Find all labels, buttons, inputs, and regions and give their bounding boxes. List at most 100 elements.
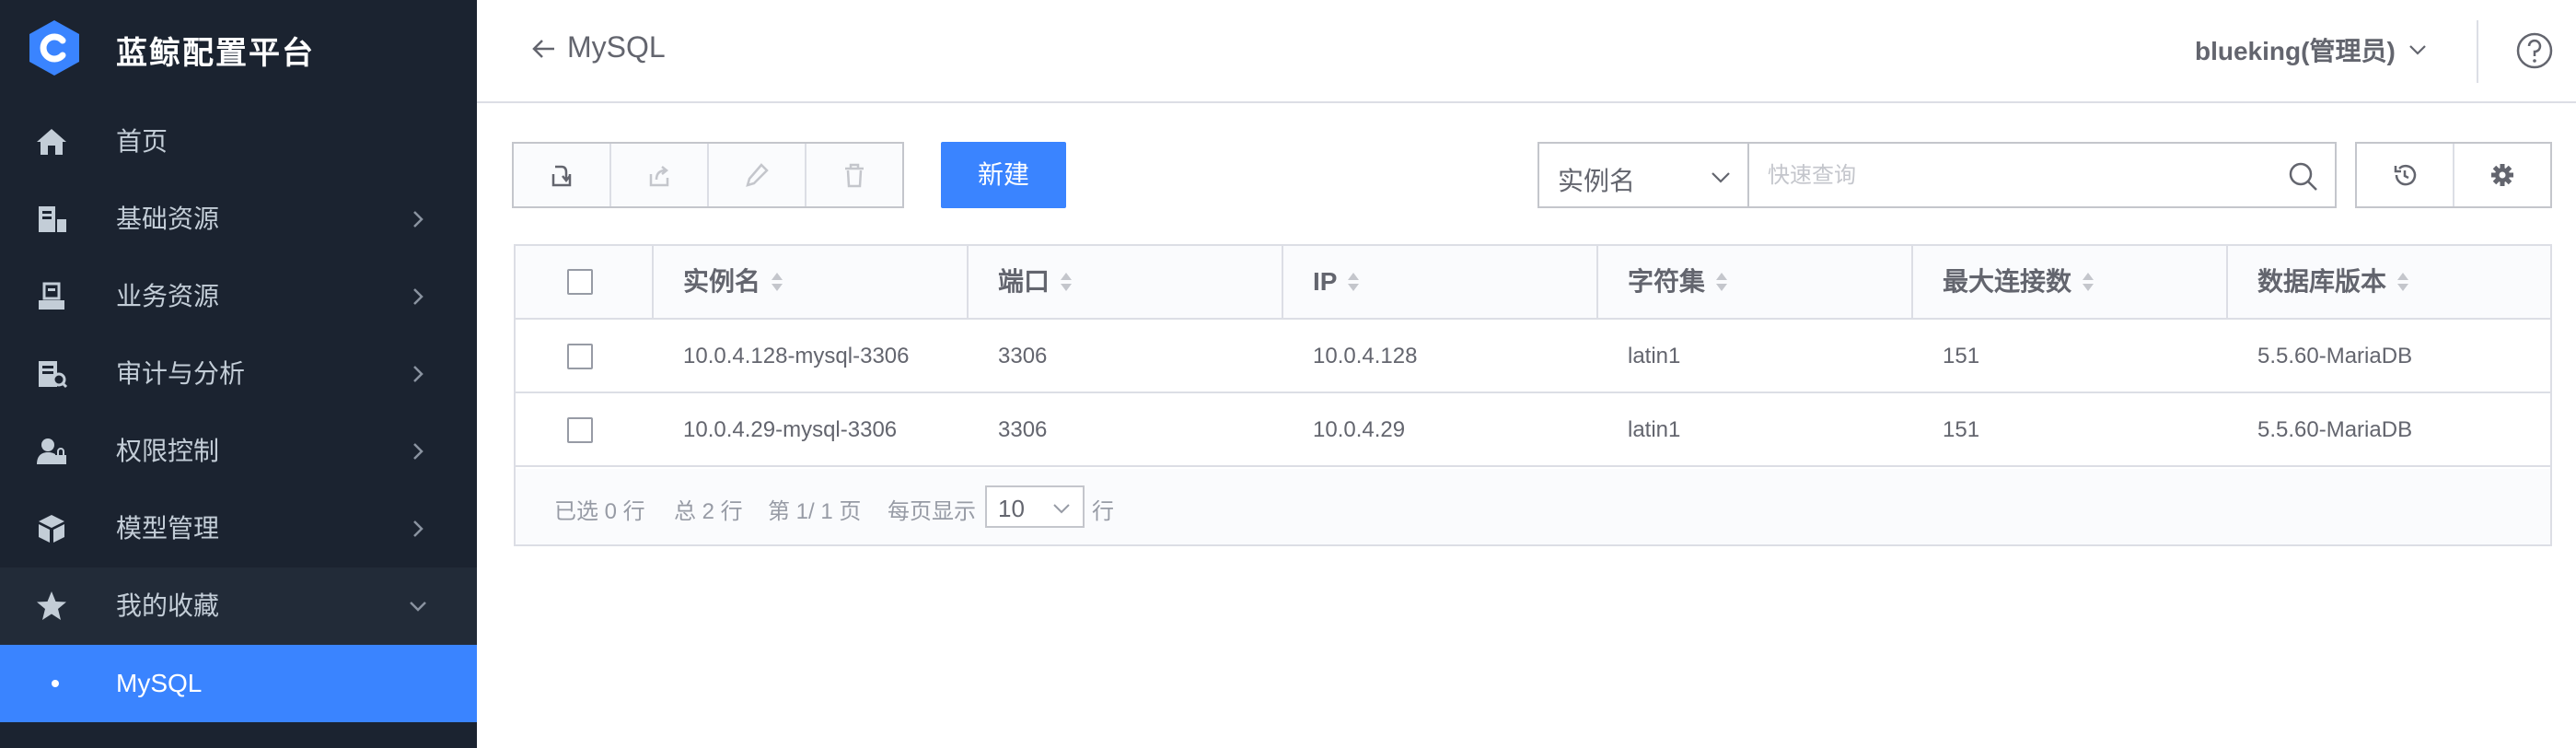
column-header-label: 字符集 bbox=[1628, 267, 1706, 296]
column-divider bbox=[1596, 246, 1598, 318]
cell-charset: latin1 bbox=[1628, 417, 1681, 442]
star-icon bbox=[37, 591, 66, 620]
brand[interactable]: 蓝鲸配置平台 bbox=[0, 0, 477, 98]
export-button[interactable] bbox=[611, 144, 709, 206]
brand-logo-icon bbox=[29, 20, 79, 76]
sort-icon[interactable] bbox=[770, 269, 784, 295]
sidebar-item-business-resource[interactable]: 业务资源 bbox=[0, 258, 477, 335]
sort-icon[interactable] bbox=[2396, 269, 2410, 295]
action-button-group bbox=[512, 142, 904, 208]
sidebar-item-mysql[interactable]: MySQL bbox=[0, 645, 477, 722]
trash-icon bbox=[845, 163, 864, 188]
sort-icon[interactable] bbox=[1346, 269, 1361, 295]
select-all-checkbox[interactable] bbox=[567, 269, 593, 295]
pencil-icon bbox=[746, 163, 769, 187]
table-options-group bbox=[2355, 142, 2552, 208]
chevron-down-icon[interactable] bbox=[2407, 39, 2429, 61]
history-icon bbox=[2394, 164, 2417, 186]
cell-db-version: 5.5.60-MariaDB bbox=[2257, 417, 2413, 442]
chevron-right-icon bbox=[413, 520, 424, 537]
chevron-right-icon bbox=[413, 366, 424, 382]
sidebar-item-home[interactable]: 首页 bbox=[0, 103, 477, 181]
cell-ip: 10.0.4.128 bbox=[1313, 344, 1418, 368]
table-header: 实例名 端口 IP 字符集 最大连接数 数据库版本 bbox=[516, 246, 2550, 320]
active-dot bbox=[52, 680, 59, 687]
column-divider bbox=[2226, 246, 2228, 318]
cell-max-connections: 151 bbox=[1943, 417, 1980, 442]
total-count: 总 2 行 bbox=[674, 499, 743, 524]
sidebar-item-label: 首页 bbox=[116, 127, 168, 156]
permission-icon bbox=[37, 438, 66, 464]
cell-port: 3306 bbox=[998, 417, 1048, 442]
column-header-port[interactable]: 端口 bbox=[998, 246, 1073, 318]
sidebar-item-audit[interactable]: 审计与分析 bbox=[0, 335, 477, 413]
export-icon bbox=[649, 166, 669, 187]
column-header-ip[interactable]: IP bbox=[1313, 246, 1361, 318]
column-divider bbox=[1911, 246, 1913, 318]
sort-icon[interactable] bbox=[2081, 269, 2095, 295]
row-unit-label: 行 bbox=[1092, 499, 1114, 524]
gear-icon bbox=[2491, 164, 2513, 186]
sidebar-item-label: MySQL bbox=[116, 669, 203, 697]
per-page-label: 每页显示 bbox=[888, 499, 976, 524]
resource-icon bbox=[39, 206, 66, 232]
chevron-down-icon bbox=[1053, 504, 1070, 514]
column-header-label: 实例名 bbox=[683, 267, 761, 296]
back-arrow-icon[interactable] bbox=[530, 35, 558, 63]
column-header-charset[interactable]: 字符集 bbox=[1628, 246, 1729, 318]
column-header-instance-name[interactable]: 实例名 bbox=[683, 246, 784, 318]
sidebar-item-permission[interactable]: 权限控制 bbox=[0, 413, 477, 490]
column-header-label: IP bbox=[1313, 267, 1338, 296]
search-box bbox=[1747, 142, 2337, 208]
help-icon[interactable] bbox=[2515, 31, 2554, 70]
search-input[interactable] bbox=[1768, 158, 2265, 193]
import-icon bbox=[551, 165, 572, 187]
home-icon bbox=[37, 129, 66, 155]
sidebar-item-favorites[interactable]: 我的收藏 bbox=[0, 567, 477, 645]
column-header-label: 端口 bbox=[998, 267, 1050, 296]
import-button[interactable] bbox=[514, 144, 611, 206]
header-divider bbox=[2477, 20, 2478, 83]
page-size-select[interactable]: 10 bbox=[985, 485, 1085, 528]
settings-button[interactable] bbox=[2454, 144, 2550, 206]
cell-ip: 10.0.4.29 bbox=[1313, 417, 1406, 442]
chevron-right-icon bbox=[413, 443, 424, 460]
instance-table: 实例名 端口 IP 字符集 最大连接数 数据库版本 10.0.4.128-mys… bbox=[514, 244, 2552, 546]
row-checkbox[interactable] bbox=[567, 417, 593, 443]
top-header: MySQL blueking(管理员) bbox=[477, 0, 2576, 103]
table-row[interactable]: 10.0.4.29-mysql-3306 3306 10.0.4.29 lati… bbox=[516, 393, 2550, 467]
column-header-db-version[interactable]: 数据库版本 bbox=[2257, 246, 2410, 318]
cell-port: 3306 bbox=[998, 344, 1048, 368]
create-button[interactable]: 新建 bbox=[941, 142, 1066, 208]
sort-icon[interactable] bbox=[1714, 269, 1729, 295]
table-footer: 已选 0 行 总 2 行 第 1/ 1 页 每页显示 10 行 bbox=[516, 469, 2550, 544]
cell-instance-name[interactable]: 10.0.4.128-mysql-3306 bbox=[683, 320, 909, 393]
model-icon bbox=[39, 515, 64, 543]
sort-icon[interactable] bbox=[1059, 269, 1073, 295]
column-divider bbox=[1282, 246, 1283, 318]
history-button[interactable] bbox=[2357, 144, 2454, 206]
sidebar-item-basic-resource[interactable]: 基础资源 bbox=[0, 181, 477, 258]
search-field-select[interactable]: 实例名 bbox=[1537, 142, 1749, 208]
chevron-right-icon bbox=[413, 288, 424, 305]
column-header-max-connections[interactable]: 最大连接数 bbox=[1943, 246, 2095, 318]
sidebar-item-label: 业务资源 bbox=[116, 282, 220, 310]
cell-instance-name[interactable]: 10.0.4.29-mysql-3306 bbox=[683, 393, 897, 467]
page-indicator: 第 1/ 1 页 bbox=[768, 499, 862, 524]
delete-button[interactable] bbox=[806, 144, 902, 206]
table-row[interactable]: 10.0.4.128-mysql-3306 3306 10.0.4.128 la… bbox=[516, 320, 2550, 393]
cell-charset: latin1 bbox=[1628, 344, 1681, 368]
column-header-label: 数据库版本 bbox=[2257, 267, 2387, 296]
edit-button[interactable] bbox=[709, 144, 806, 206]
user-menu[interactable]: blueking(管理员) bbox=[2195, 31, 2396, 68]
chevron-right-icon bbox=[413, 211, 424, 228]
search-icon[interactable] bbox=[2287, 160, 2320, 193]
row-checkbox[interactable] bbox=[567, 344, 593, 369]
selected-count: 已选 0 行 bbox=[554, 499, 645, 524]
sidebar-item-label: 审计与分析 bbox=[116, 359, 246, 388]
chevron-down-icon bbox=[1712, 172, 1730, 183]
sidebar-item-label: 我的收藏 bbox=[116, 591, 220, 620]
audit-icon bbox=[39, 361, 68, 389]
sidebar: 蓝鲸配置平台 首页 基础资源 业务资源 审计与分析 权限控制 模型管理 我的收藏… bbox=[0, 0, 477, 748]
sidebar-item-model[interactable]: 模型管理 bbox=[0, 490, 477, 567]
